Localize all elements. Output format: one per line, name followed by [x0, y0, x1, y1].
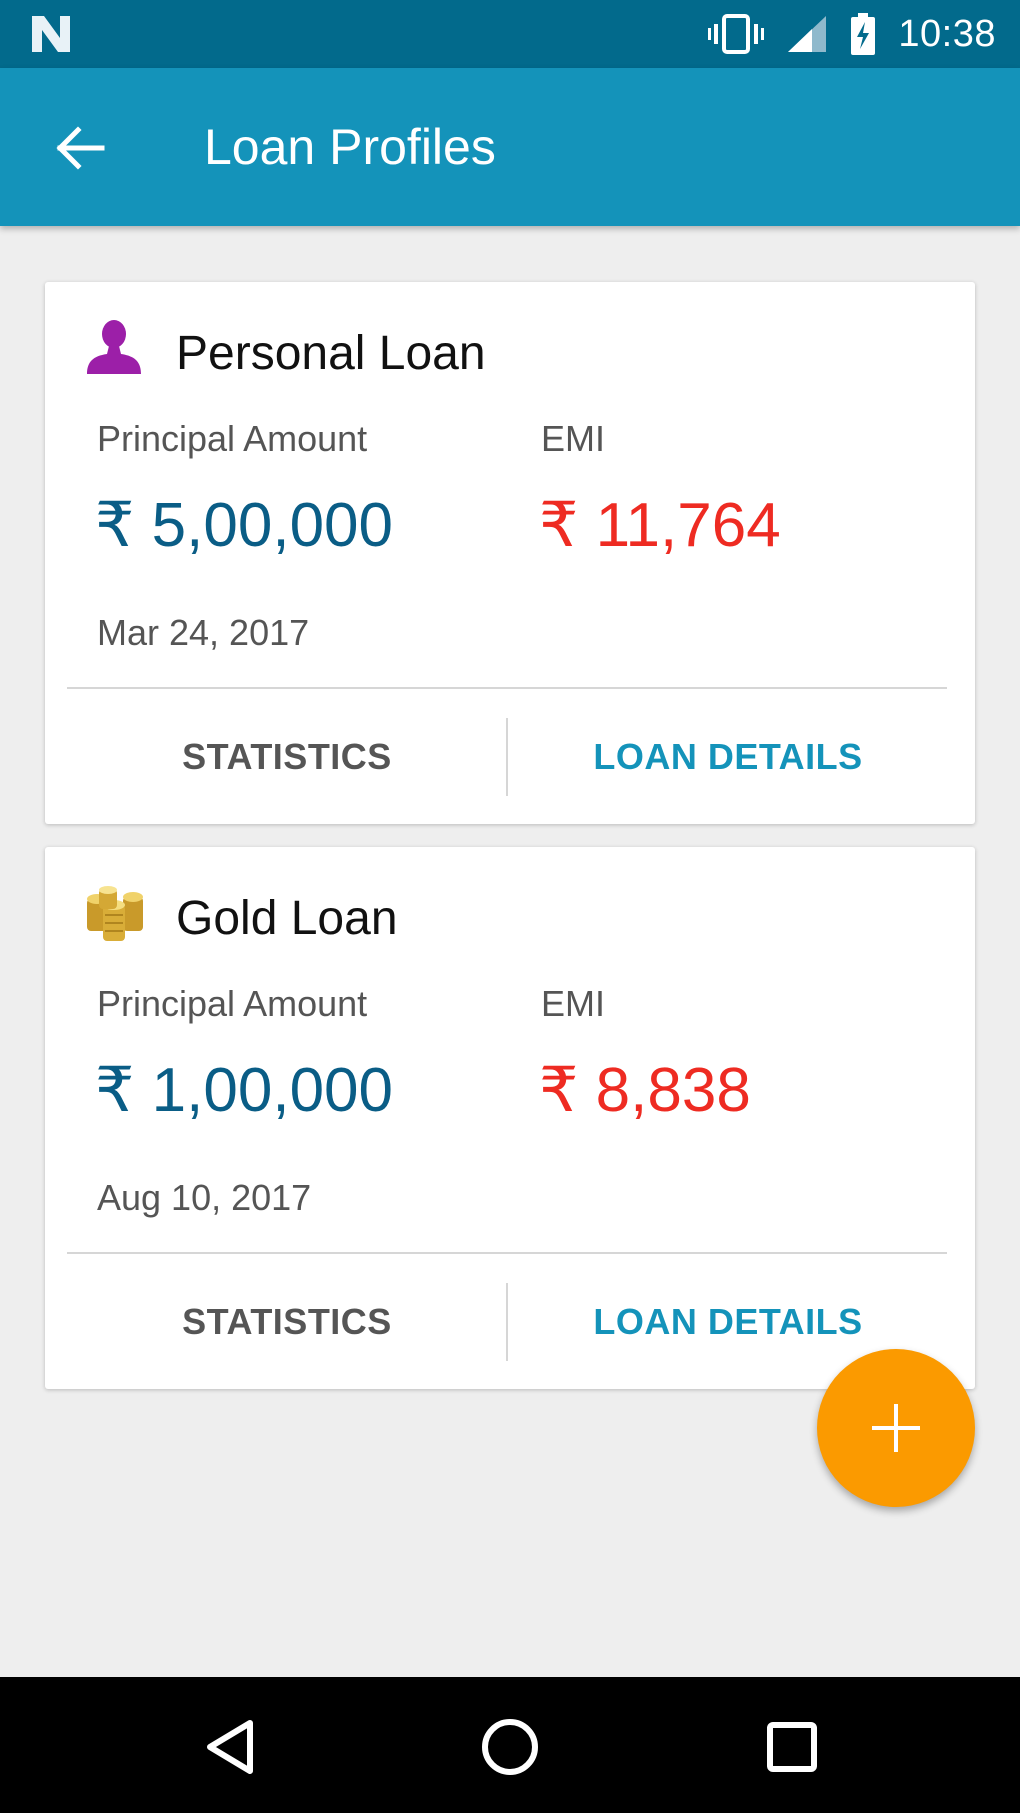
add-loan-button[interactable] [817, 1349, 975, 1507]
n-logo-icon [32, 16, 70, 52]
nav-recent-icon [767, 1722, 817, 1772]
nav-back-icon [207, 1720, 253, 1774]
emi-label: EMI [541, 983, 606, 1024]
loan-card-gold[interactable]: Gold Loan Principal Amount EMI ₹ 1,00,00… [45, 847, 975, 1389]
arrow-back-icon [56, 126, 105, 170]
status-bar: 10:38 [0, 0, 1020, 68]
principal-value: ₹ 5,00,000 [95, 491, 394, 560]
signal-icon [788, 16, 827, 52]
principal-value: ₹ 1,00,000 [95, 1056, 394, 1125]
app-bar: Loan Profiles [0, 68, 1020, 226]
nav-back-button[interactable] [190, 1707, 270, 1787]
nav-home-icon [482, 1719, 538, 1775]
loan-title: Gold Loan [176, 892, 398, 945]
loan-title: Personal Loan [176, 327, 486, 380]
page-title: Loan Profiles [204, 119, 496, 175]
card-divider [67, 687, 947, 689]
principal-label: Principal Amount [97, 418, 368, 459]
emi-value: ₹ 11,764 [539, 491, 781, 560]
plus-icon [872, 1404, 920, 1452]
system-nav-bar [0, 1677, 1020, 1813]
emi-label: EMI [541, 418, 606, 459]
back-button[interactable] [48, 116, 112, 180]
nav-recent-button[interactable] [752, 1707, 832, 1787]
loan-date: Aug 10, 2017 [97, 1177, 312, 1218]
status-time: 10:38 [898, 12, 996, 55]
vibrate-icon [708, 14, 765, 54]
loan-card-personal[interactable]: Personal Loan Principal Amount EMI ₹ 5,0… [45, 282, 975, 824]
loan-details-button[interactable]: LOAN DETAILS [508, 702, 948, 812]
card-divider [67, 1252, 947, 1254]
person-icon [87, 320, 141, 374]
principal-label: Principal Amount [97, 983, 368, 1024]
battery-charging-icon [851, 13, 876, 55]
emi-value: ₹ 8,838 [539, 1056, 751, 1125]
statistics-button[interactable]: STATISTICS [67, 702, 507, 812]
statistics-button[interactable]: STATISTICS [67, 1267, 507, 1377]
loan-date: Mar 24, 2017 [97, 612, 310, 653]
gold-coins-icon [87, 886, 143, 941]
nav-home-button[interactable] [470, 1707, 550, 1787]
